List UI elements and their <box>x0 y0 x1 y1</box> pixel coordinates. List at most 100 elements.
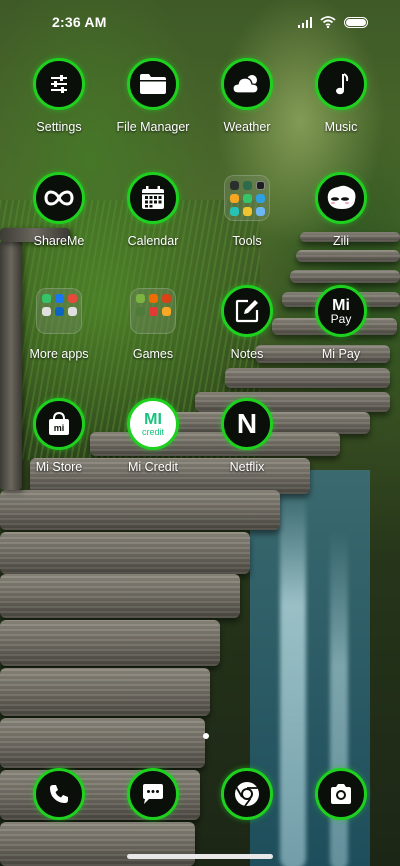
mini-app-icon <box>162 320 171 329</box>
mini-app-icon <box>42 294 51 303</box>
folder-games-preview <box>130 288 176 334</box>
app-label: Games <box>132 347 174 361</box>
app-netflix[interactable]: N Netflix <box>200 398 294 474</box>
camera-icon <box>315 768 367 820</box>
boardwalk-plank <box>0 574 240 618</box>
folder-tools-preview <box>224 175 270 221</box>
mini-app-icon <box>68 320 77 329</box>
mini-app-icon <box>136 320 145 329</box>
mini-app-icon <box>243 207 252 216</box>
app-label: Mi Credit <box>127 460 178 474</box>
status-icons <box>298 16 368 28</box>
app-label: Zili <box>333 234 349 248</box>
cloud-sun-icon <box>221 58 273 110</box>
chrome-icon <box>221 768 273 820</box>
boardwalk-plank <box>0 490 280 530</box>
app-label: Netflix <box>229 460 265 474</box>
boardwalk-plank <box>0 532 250 574</box>
boardwalk-plank <box>0 668 210 716</box>
app-label: Tools <box>232 234 262 248</box>
battery-icon <box>344 16 368 28</box>
app-label: Settings <box>36 120 82 134</box>
app-mi-store[interactable]: mi Mi Store <box>12 398 106 474</box>
mi-credit-icon: MI credit <box>127 398 179 450</box>
mini-app-icon <box>230 181 239 190</box>
app-music[interactable]: Music <box>294 58 388 134</box>
app-shareme[interactable]: ShareMe <box>12 172 106 248</box>
mini-app-icon <box>162 294 171 303</box>
mini-app-icon <box>68 294 77 303</box>
dock-camera[interactable] <box>294 768 388 820</box>
app-label: ShareMe <box>33 234 85 248</box>
folder-more-apps[interactable]: More apps <box>12 285 106 361</box>
dock-phone[interactable] <box>12 768 106 820</box>
mini-app-icon <box>55 320 64 329</box>
mini-app-icon <box>136 307 145 316</box>
mi-credit-text: MI <box>144 410 162 428</box>
mini-app-icon <box>230 207 239 216</box>
calendar-icon <box>127 172 179 224</box>
boardwalk-plank <box>296 250 400 262</box>
app-zili[interactable]: Zili <box>294 172 388 248</box>
app-file-manager[interactable]: File Manager <box>106 58 200 134</box>
boardwalk-plank <box>0 620 220 666</box>
zili-face-icon <box>315 172 367 224</box>
app-weather[interactable]: Weather <box>200 58 294 134</box>
mini-app-icon <box>55 307 64 316</box>
status-time: 2:36 AM <box>52 14 107 30</box>
mi-pay-icon: Mi Pay <box>315 285 367 337</box>
shopping-bag-icon: mi <box>33 398 85 450</box>
app-calendar[interactable]: Calendar <box>106 172 200 248</box>
app-mi-credit[interactable]: MI credit Mi Credit <box>106 398 200 474</box>
app-label: More apps <box>29 347 89 361</box>
mini-app-icon <box>55 294 64 303</box>
dock-messages[interactable] <box>106 768 200 820</box>
app-settings[interactable]: Settings <box>12 58 106 134</box>
app-label: Mi Pay <box>321 347 361 361</box>
mini-app-icon <box>149 320 158 329</box>
app-notes[interactable]: Notes <box>200 285 294 361</box>
boardwalk-plank <box>0 718 205 768</box>
mi-pay-top-text: Mi <box>332 296 350 314</box>
note-edit-icon <box>221 285 273 337</box>
app-label: File Manager <box>116 120 190 134</box>
mini-app-icon <box>149 307 158 316</box>
app-mi-pay[interactable]: Mi Pay Mi Pay <box>294 285 388 361</box>
wifi-icon <box>320 16 336 28</box>
boardwalk-plank <box>290 270 400 283</box>
mini-app-icon <box>136 294 145 303</box>
phone-icon <box>33 768 85 820</box>
app-label: Music <box>324 120 358 134</box>
status-bar: 2:36 AM <box>0 0 400 44</box>
app-label: Weather <box>223 120 271 134</box>
mi-store-text: mi <box>53 423 65 433</box>
infinity-icon <box>33 172 85 224</box>
app-label: Calendar <box>127 234 179 248</box>
mini-app-icon <box>68 307 77 316</box>
folder-icon <box>127 58 179 110</box>
netflix-icon: N <box>221 398 273 450</box>
folder-games[interactable]: Games <box>106 285 200 361</box>
boardwalk-plank <box>225 368 390 388</box>
mini-app-icon <box>256 194 265 203</box>
mini-app-icon <box>162 307 171 316</box>
mini-app-icon <box>42 307 51 316</box>
dock-chrome[interactable] <box>200 768 294 820</box>
mi-credit-subtext: credit <box>141 426 164 437</box>
mini-app-icon <box>243 194 252 203</box>
mini-app-icon <box>256 207 265 216</box>
boardwalk-plank <box>0 822 195 866</box>
mini-app-icon <box>256 181 265 190</box>
messages-icon <box>127 768 179 820</box>
mini-app-icon <box>42 320 51 329</box>
folder-more-apps-preview <box>36 288 82 334</box>
home-indicator[interactable] <box>127 854 273 859</box>
mi-pay-bottom-text: Pay <box>330 311 352 326</box>
app-label: Notes <box>230 347 264 361</box>
page-indicator-dot[interactable] <box>203 733 209 739</box>
settings-icon <box>33 58 85 110</box>
netflix-letter: N <box>236 408 258 439</box>
mini-app-icon <box>230 194 239 203</box>
mini-app-icon <box>243 181 252 190</box>
folder-tools[interactable]: Tools <box>200 172 294 248</box>
